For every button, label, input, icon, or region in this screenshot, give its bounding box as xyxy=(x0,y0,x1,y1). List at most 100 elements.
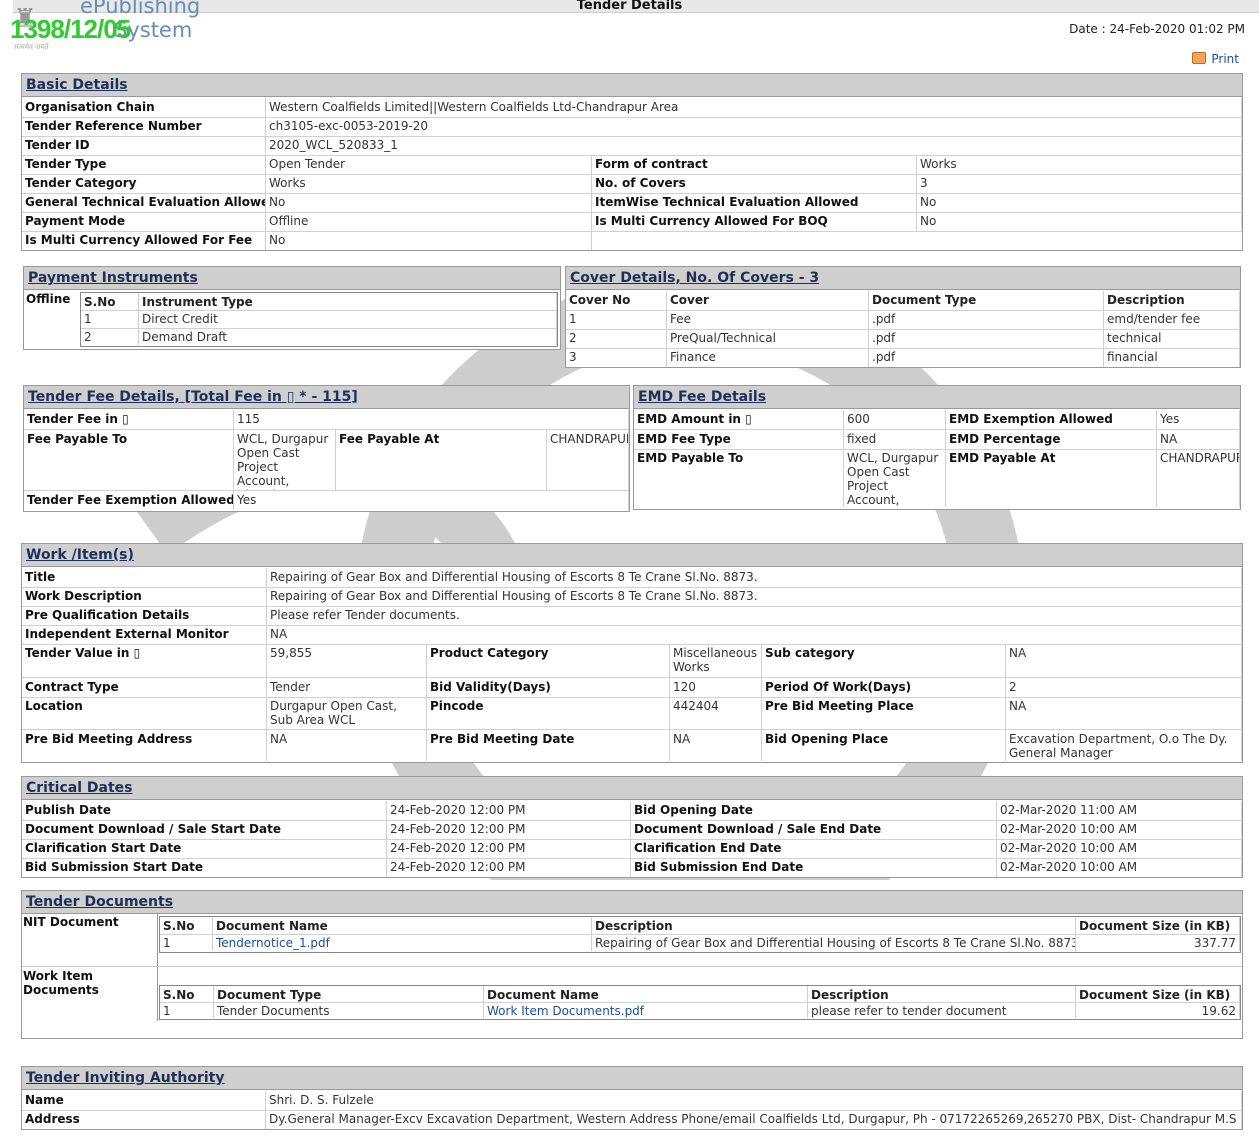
document-link[interactable]: Work Item Documents.pdf xyxy=(484,1002,808,1018)
table-row: General Technical Evaluation Allowed No … xyxy=(22,193,1242,213)
column-header: Document Type xyxy=(214,986,484,1002)
value: No xyxy=(266,193,592,212)
label: Payment Mode xyxy=(22,212,266,231)
label: Location xyxy=(22,697,267,729)
work-item-docs-label: Work Item Documents xyxy=(23,969,99,997)
table-row: Payment Mode Offline Is Multi Currency A… xyxy=(22,212,1242,232)
label: EMD Amount in ▯ xyxy=(634,410,844,429)
table-row: Tender Reference Number ch3105-exc-0053-… xyxy=(22,117,1242,137)
payment-mode: Offline xyxy=(26,292,71,306)
cell: Fee xyxy=(667,310,869,329)
cell: 1 xyxy=(81,310,139,328)
value: 2 xyxy=(1006,678,1242,697)
label: EMD Exemption Allowed xyxy=(946,410,1157,429)
label: Tender Fee Exemption Allowed xyxy=(24,491,234,510)
table-row: Bid Submission Start Date 24-Feb-2020 12… xyxy=(22,858,1242,877)
label: Period Of Work(Days) xyxy=(762,678,1006,697)
label: Independent External Monitor xyxy=(22,625,267,644)
section-heading: Tender Fee Details, [Total Fee in ▯ * - … xyxy=(24,386,629,409)
cell: Direct Credit xyxy=(139,310,557,328)
label: Document Download / Sale End Date xyxy=(631,820,997,839)
section-heading: Tender Inviting Authority xyxy=(22,1067,1242,1090)
table-row: EMD Fee Type fixed EMD Percentage NA xyxy=(634,430,1240,450)
basic-details-section: Basic Details Organisation Chain Western… xyxy=(21,73,1243,251)
value: 59,855 xyxy=(267,644,427,677)
value: 02-Mar-2020 10:00 AM xyxy=(997,858,1242,877)
table-row: 2 PreQual/Technical .pdf technical xyxy=(566,329,1240,349)
value: Offline xyxy=(266,212,592,231)
label: Clarification Start Date xyxy=(22,839,387,858)
value: NA xyxy=(267,625,1242,644)
report-date: Date : 24-Feb-2020 01:02 PM xyxy=(1069,22,1245,36)
column-header: Cover No xyxy=(566,291,667,310)
cell: .pdf xyxy=(869,329,1104,348)
label: Tender Fee in ▯ xyxy=(24,410,234,429)
cell: Repairing of Gear Box and Differential H… xyxy=(592,934,1076,951)
value: 24-Feb-2020 12:00 PM xyxy=(387,820,631,839)
table-row: Tender Fee in ▯ 115 xyxy=(24,410,629,430)
column-header: Document Type xyxy=(869,291,1104,310)
table-row: Tender Fee Exemption Allowed Yes xyxy=(24,491,629,510)
value: CHANDRAPUR xyxy=(1157,449,1240,507)
label: Product Category xyxy=(427,644,670,677)
table-row: Independent External Monitor NA xyxy=(22,625,1242,645)
label: Is Multi Currency Allowed For Fee xyxy=(22,231,266,250)
label: Pre Qualification Details xyxy=(22,606,267,625)
value: WCL, Durgapur Open Cast Project Account,… xyxy=(234,430,336,490)
table-row: Tender Type Open Tender Form of contract… xyxy=(22,155,1242,175)
value: NA xyxy=(1006,697,1242,729)
label: Bid Opening Date xyxy=(631,801,997,820)
value: 115 xyxy=(234,410,629,429)
cell: emd/tender fee xyxy=(1104,310,1240,329)
value: Works xyxy=(266,174,592,193)
table-row: Publish Date 24-Feb-2020 12:00 PM Bid Op… xyxy=(22,801,1242,821)
label: Tender Value in ▯ xyxy=(22,644,267,677)
nit-label: NIT Document xyxy=(23,915,119,929)
cell: Demand Draft xyxy=(139,328,557,345)
tender-fee-section: Tender Fee Details, [Total Fee in ▯ * - … xyxy=(23,385,630,512)
column-header: Document Size (in KB) xyxy=(1076,986,1240,1002)
column-header: S.No xyxy=(81,293,139,310)
document-link[interactable]: Tendernotice_1.pdf xyxy=(213,934,592,951)
column-header: Instrument Type xyxy=(139,293,557,310)
payment-instruments-section: Payment Instruments Offline S.No Instrum… xyxy=(23,266,561,350)
label: No. of Covers xyxy=(592,174,917,193)
cell: 1 xyxy=(566,310,667,329)
tender-authority-section: Tender Inviting Authority Name Shri. D. … xyxy=(21,1066,1243,1130)
table-row: Location Durgapur Open Cast, Sub Area WC… xyxy=(22,697,1242,730)
value: WCL, Durgapur Open Cast Project Account,… xyxy=(844,449,946,507)
section-heading: Tender Documents xyxy=(22,891,1242,914)
date-stamp: 1398/12/05 xyxy=(10,14,131,44)
value: NA xyxy=(1006,644,1242,677)
work-item-document-table: S.No Document Type Document Name Descrip… xyxy=(159,985,1241,1020)
value: 442404 xyxy=(670,697,762,729)
label: Title xyxy=(22,568,267,587)
column-header: S.No xyxy=(160,986,214,1002)
label: Document Download / Sale Start Date xyxy=(22,820,387,839)
instrument-table: S.No Instrument Type 1 Direct Credit 2 D… xyxy=(80,292,558,347)
label: Name xyxy=(22,1091,266,1110)
column-header: S.No xyxy=(160,917,213,934)
cell: 19.62 xyxy=(1076,1002,1240,1018)
table-row: Address Dy.General Manager-Excv Excavati… xyxy=(22,1110,1242,1129)
label: Sub category xyxy=(762,644,1006,677)
section-heading: Basic Details xyxy=(22,74,1242,97)
label: Form of contract xyxy=(592,155,917,174)
value: 2020_WCL_520833_1 xyxy=(266,136,1242,155)
column-header: Description xyxy=(592,917,1076,934)
print-button[interactable]: Print xyxy=(1192,52,1239,66)
label: Pre Bid Meeting Date xyxy=(427,730,670,761)
label: General Technical Evaluation Allowed xyxy=(22,193,266,212)
table-header: Cover No Cover Document Type Description xyxy=(566,291,1240,311)
label: ItemWise Technical Evaluation Allowed xyxy=(592,193,917,212)
value: 3 xyxy=(917,174,1242,193)
work-items-section: Work /Item(s) Title Repairing of Gear Bo… xyxy=(21,543,1243,763)
label: Work Description xyxy=(22,587,267,606)
label: Tender Reference Number xyxy=(22,117,266,136)
emd-fee-section: EMD Fee Details EMD Amount in ▯ 600 EMD … xyxy=(633,385,1241,510)
column-header: Document Name xyxy=(213,917,592,934)
cell: .pdf xyxy=(869,310,1104,329)
table-row: Clarification Start Date 24-Feb-2020 12:… xyxy=(22,839,1242,859)
label: EMD Payable At xyxy=(946,449,1157,507)
table-row: 1 Tender Documents Work Item Documents.p… xyxy=(160,1002,1240,1018)
